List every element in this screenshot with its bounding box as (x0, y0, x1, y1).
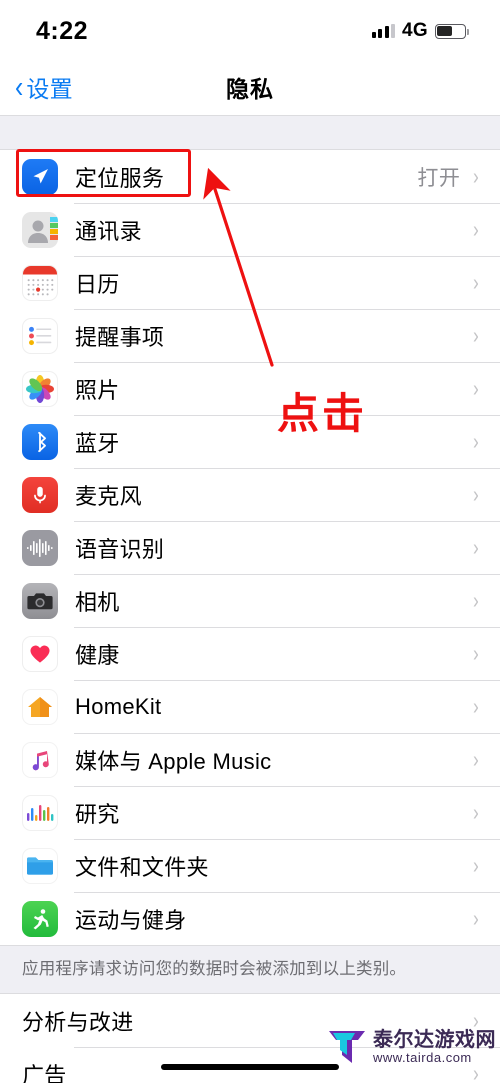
location-services-icon (22, 158, 58, 195)
settings-row-microphone[interactable]: 麦克风 › (0, 468, 500, 521)
speech-recognition-icon (22, 529, 58, 566)
research-bars-icon (22, 794, 58, 831)
chevron-right-icon: › (473, 852, 480, 878)
chevron-right-icon: › (473, 163, 480, 189)
phone-screen: 4:22 4G ‹ 设置 隐私 定位服务 打开 › 通讯录 › 日历 › 提醒事… (0, 0, 500, 1083)
fitness-runner-icon (22, 900, 58, 937)
row-label: 语音识别 (75, 536, 165, 562)
status-bar: 4:22 4G (0, 0, 500, 58)
microphone-icon (22, 476, 58, 513)
cellular-signal-icon (371, 24, 396, 38)
chevron-right-icon: › (473, 481, 480, 507)
chevron-right-icon: › (473, 216, 480, 242)
row-label: 蓝牙 (75, 430, 120, 456)
chevron-right-icon: › (473, 905, 480, 931)
settings-row-calendar[interactable]: 日历 › (0, 256, 500, 309)
row-label: 分析与改进 (22, 1009, 134, 1035)
row-label: 运动与健身 (75, 907, 187, 933)
homekit-house-icon (22, 688, 58, 725)
chevron-right-icon: › (473, 269, 480, 295)
status-indicators: 4G (371, 20, 469, 42)
settings-row-files-and-folders[interactable]: 文件和文件夹 › (0, 839, 500, 892)
settings-row-location-services[interactable]: 定位服务 打开 › (0, 150, 500, 203)
row-label: 相机 (75, 589, 120, 615)
battery-icon (435, 23, 469, 39)
page-title: 隐私 (226, 75, 274, 102)
chevron-right-icon: › (473, 1007, 480, 1034)
back-button-label: 设置 (26, 75, 73, 102)
settings-row-motion-and-fitness[interactable]: 运动与健身 › (0, 892, 500, 945)
photos-icon (22, 370, 58, 407)
bluetooth-icon (22, 423, 58, 460)
chevron-right-icon: › (473, 799, 480, 825)
chevron-right-icon: › (473, 375, 480, 401)
calendar-icon (22, 264, 58, 301)
permissions-group: 定位服务 打开 › 通讯录 › 日历 › 提醒事项 › 照片 › 蓝牙 › 麦克… (0, 149, 500, 946)
section-gap-top (0, 116, 500, 149)
row-label: 定位服务 (75, 165, 165, 191)
chevron-right-icon: › (473, 746, 480, 772)
settings-row-analytics-and-improvements[interactable]: 分析与改进 › (0, 994, 500, 1048)
settings-row-media-apple-music[interactable]: 媒体与 Apple Music › (0, 733, 500, 786)
navigation-bar: ‹ 设置 隐私 (0, 58, 500, 116)
permissions-footer-note: 应用程序请求访问您的数据时会被添加到以上类别。 (0, 946, 500, 994)
settings-row-reminders[interactable]: 提醒事项 › (0, 309, 500, 362)
row-label: 媒体与 Apple Music (75, 748, 272, 774)
home-indicator[interactable] (161, 1064, 339, 1070)
settings-row-contacts[interactable]: 通讯录 › (0, 203, 500, 256)
settings-row-bluetooth[interactable]: 蓝牙 › (0, 415, 500, 468)
chevron-left-icon: ‹ (15, 69, 24, 104)
row-label: 文件和文件夹 (75, 854, 209, 880)
row-label: 健康 (75, 642, 120, 668)
settings-row-homekit[interactable]: HomeKit › (0, 680, 500, 733)
health-heart-icon (22, 635, 58, 672)
files-folder-icon (22, 847, 58, 884)
chevron-right-icon: › (473, 640, 480, 666)
status-time: 4:22 (36, 16, 89, 45)
settings-list[interactable]: 定位服务 打开 › 通讯录 › 日历 › 提醒事项 › 照片 › 蓝牙 › 麦克… (0, 116, 500, 1083)
apple-music-note-icon (22, 741, 58, 778)
row-label: 麦克风 (75, 483, 142, 509)
network-type-label: 4G (402, 20, 428, 41)
reminders-icon (22, 317, 58, 354)
settings-row-photos[interactable]: 照片 › (0, 362, 500, 415)
row-label: HomeKit (75, 693, 162, 719)
settings-row-speech-recognition[interactable]: 语音识别 › (0, 521, 500, 574)
row-label: 照片 (75, 377, 120, 403)
settings-row-research[interactable]: 研究 › (0, 786, 500, 839)
settings-row-health[interactable]: 健康 › (0, 627, 500, 680)
row-value: 打开 (417, 166, 461, 190)
chevron-right-icon: › (473, 428, 480, 454)
row-label: 研究 (75, 801, 120, 827)
chevron-right-icon: › (473, 1060, 480, 1083)
camera-icon (22, 582, 58, 619)
row-label: 提醒事项 (75, 324, 165, 350)
row-label: 广告 (22, 1062, 67, 1083)
chevron-right-icon: › (473, 587, 480, 613)
row-label: 通讯录 (75, 218, 142, 244)
settings-row-camera[interactable]: 相机 › (0, 574, 500, 627)
chevron-right-icon: › (473, 322, 480, 348)
chevron-right-icon: › (473, 693, 480, 719)
back-button[interactable]: ‹ 设置 (14, 70, 73, 104)
contacts-icon (22, 211, 58, 248)
chevron-right-icon: › (473, 534, 480, 560)
row-label: 日历 (75, 271, 120, 297)
